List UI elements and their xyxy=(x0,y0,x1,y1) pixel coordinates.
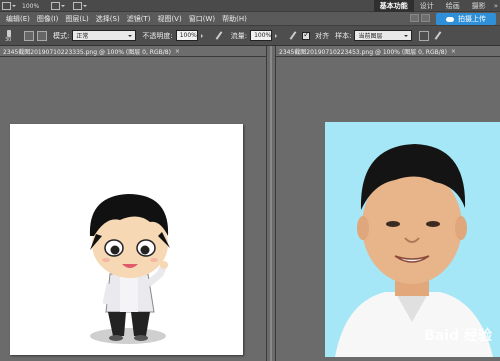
upload-label: 拍摄上传 xyxy=(458,15,486,23)
sample-value: 当前图层 xyxy=(358,33,383,40)
menu-help[interactable]: 帮助(H) xyxy=(222,14,247,24)
clone-source-icon[interactable] xyxy=(37,30,47,41)
menu-filter[interactable]: 滤镜(T) xyxy=(127,14,151,24)
airbrush-icon[interactable] xyxy=(288,31,298,41)
minimize-button[interactable] xyxy=(410,14,419,22)
close-icon[interactable]: × xyxy=(175,48,180,55)
document-tab-right[interactable]: 2345截图20190710223453.png @ 100% (图层 0, R… xyxy=(276,46,500,57)
workspace-switcher: 基本功能 设计 绘画 摄影 » xyxy=(373,0,498,12)
brush-size: 30 xyxy=(5,36,12,43)
brush-preset-picker[interactable]: 30 xyxy=(4,29,16,43)
panel-splitter[interactable] xyxy=(266,46,276,361)
brush-panel-icon[interactable] xyxy=(24,30,34,41)
menu-select[interactable]: 选择(S) xyxy=(96,14,120,24)
opacity-value: 100% xyxy=(179,32,197,39)
upload-button[interactable]: 拍摄上传 xyxy=(436,13,496,25)
opacity-label: 不透明度: xyxy=(142,31,173,40)
sample-label: 样本: xyxy=(335,31,352,40)
document-title-left: 2345截图20190710223335.png @ 100% (图层 0, R… xyxy=(3,48,171,56)
pressure-size-icon[interactable] xyxy=(433,31,443,41)
watermark-text: Baid 经验 xyxy=(424,328,492,344)
menu-image[interactable]: 图像(I) xyxy=(37,14,59,24)
window-controls xyxy=(408,14,430,22)
mode-value: 正常 xyxy=(76,33,89,40)
menu-window[interactable]: 窗口(W) xyxy=(189,14,215,24)
pressure-opacity-icon[interactable] xyxy=(214,31,224,41)
workspace-photography[interactable]: 摄影 xyxy=(466,0,492,12)
workspace-essentials[interactable]: 基本功能 xyxy=(373,0,414,12)
restore-button[interactable] xyxy=(421,14,430,22)
menu-view[interactable]: 视图(V) xyxy=(157,14,181,24)
sample-select[interactable]: 当前图层 xyxy=(354,30,413,41)
document-window-left: 2345截图20190710223335.png @ 100% (图层 0, R… xyxy=(0,46,266,361)
canvas-area-left[interactable] xyxy=(0,57,266,361)
ignore-adjustment-layers-icon[interactable] xyxy=(419,30,430,41)
canvas-area-right[interactable]: Baid 经验 xyxy=(276,57,500,361)
portrait-photo: Baid 经验 xyxy=(325,122,500,357)
tool-options-bar: 30 模式: 正常 不透明度: 100% 流量: 100% 对齐 样本: 当前图… xyxy=(0,26,500,46)
flow-value: 100% xyxy=(254,32,272,39)
aligned-checkbox[interactable] xyxy=(302,30,311,40)
opacity-input[interactable]: 100% xyxy=(175,30,198,41)
portrait-illustration xyxy=(325,122,500,357)
aligned-label: 对齐 xyxy=(315,31,330,40)
flow-slider-toggle[interactable] xyxy=(274,30,281,41)
application-bar: 100% 基本功能 设计 绘画 摄影 » xyxy=(0,0,500,12)
screen-mode-icon[interactable] xyxy=(73,2,88,10)
cartoon-boy-illustration xyxy=(89,194,170,344)
document-title-right: 2345截图20190710223453.png @ 100% (图层 0, R… xyxy=(279,48,447,56)
mode-label: 模式: xyxy=(53,31,70,40)
workspace-overflow-icon[interactable]: » xyxy=(494,2,498,10)
opacity-slider-toggle[interactable] xyxy=(200,30,207,41)
menu-layer[interactable]: 图层(L) xyxy=(65,14,88,24)
workspace-design[interactable]: 设计 xyxy=(414,0,440,12)
document-window-right: 2345截图20190710223453.png @ 100% (图层 0, R… xyxy=(276,46,500,361)
flow-input[interactable]: 100% xyxy=(250,30,273,41)
workspace-painting[interactable]: 绘画 xyxy=(440,0,466,12)
mode-select[interactable]: 正常 xyxy=(72,30,137,41)
arrange-documents-icon[interactable] xyxy=(51,2,66,10)
launch-bridge-icon[interactable] xyxy=(2,2,16,10)
document-tab-left[interactable]: 2345截图20190710223335.png @ 100% (图层 0, R… xyxy=(0,46,266,57)
flow-label: 流量: xyxy=(230,31,248,40)
cartoon-image xyxy=(10,124,243,355)
menu-bar: 编辑(E) 图像(I) 图层(L) 选择(S) 滤镜(T) 视图(V) 窗口(W… xyxy=(0,12,500,26)
close-icon[interactable]: × xyxy=(451,48,456,55)
menu-edit[interactable]: 编辑(E) xyxy=(6,14,30,24)
app-bar-controls: 100% xyxy=(2,1,88,11)
cloud-icon xyxy=(446,16,454,22)
zoom-level[interactable]: 100% xyxy=(22,3,39,10)
